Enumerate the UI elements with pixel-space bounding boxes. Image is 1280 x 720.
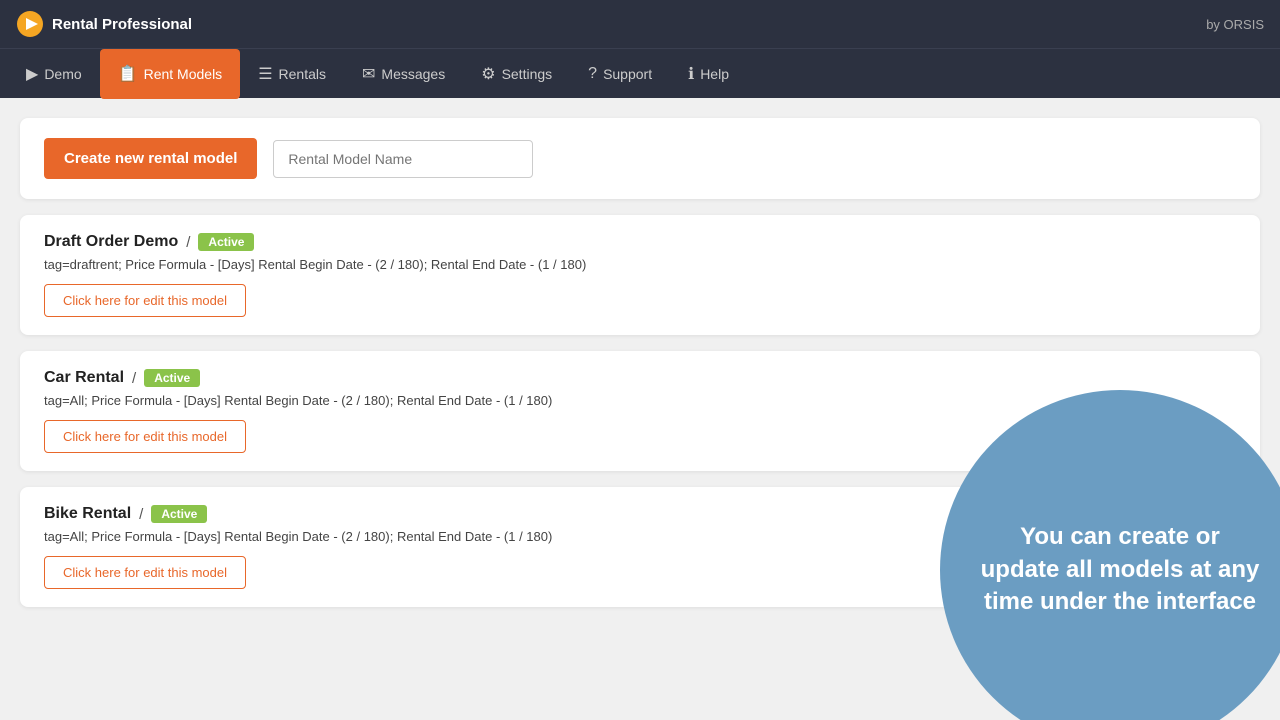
model-status-car-rental: Active bbox=[144, 369, 200, 387]
model-desc-draft-order-demo: tag=draftrent; Price Formula - [Days] Re… bbox=[44, 257, 1236, 272]
model-name-bike-rental: Bike Rental bbox=[44, 505, 131, 523]
create-rental-model-button[interactable]: Create new rental model bbox=[44, 138, 257, 179]
nav-label-support: Support bbox=[603, 66, 652, 82]
support-icon: ? bbox=[588, 65, 597, 83]
nav-label-settings: Settings bbox=[502, 66, 553, 82]
messages-icon: ✉ bbox=[362, 64, 375, 84]
model-header-draft-order-demo: Draft Order Demo / Active bbox=[44, 233, 1236, 251]
nav-item-settings[interactable]: ⚙ Settings bbox=[463, 49, 570, 99]
logo-icon bbox=[16, 10, 44, 38]
nav-label-messages: Messages bbox=[381, 66, 445, 82]
model-card-draft-order-demo: Draft Order Demo / Active tag=draftrent;… bbox=[20, 215, 1260, 335]
edit-button-bike-rental[interactable]: Click here for edit this model bbox=[44, 556, 246, 589]
nav-label-rent-models: Rent Models bbox=[144, 66, 223, 82]
settings-icon: ⚙ bbox=[481, 64, 495, 84]
nav-item-rent-models[interactable]: 📋 Rent Models bbox=[100, 49, 241, 99]
rent-models-icon: 📋 bbox=[118, 64, 138, 84]
nav-label-help: Help bbox=[700, 66, 729, 82]
app-name: Rental Professional bbox=[52, 16, 192, 33]
create-card: Create new rental model bbox=[20, 118, 1260, 199]
model-header-car-rental: Car Rental / Active bbox=[44, 369, 1236, 387]
help-icon: ℹ bbox=[688, 64, 694, 84]
navbar: ▶ Demo 📋 Rent Models ☰ Rentals ✉ Message… bbox=[0, 48, 1280, 98]
nav-item-demo[interactable]: ▶ Demo bbox=[8, 49, 100, 99]
model-status-draft-order-demo: Active bbox=[198, 233, 254, 251]
edit-button-draft-order-demo[interactable]: Click here for edit this model bbox=[44, 284, 246, 317]
model-name-car-rental: Car Rental bbox=[44, 369, 124, 387]
nav-label-rentals: Rentals bbox=[279, 66, 326, 82]
topbar: Rental Professional by ORSIS bbox=[0, 0, 1280, 48]
edit-button-car-rental[interactable]: Click here for edit this model bbox=[44, 420, 246, 453]
app-byline: by ORSIS bbox=[1206, 17, 1264, 32]
demo-icon: ▶ bbox=[26, 64, 38, 84]
rental-model-name-input[interactable] bbox=[273, 140, 533, 178]
model-name-draft-order-demo: Draft Order Demo bbox=[44, 233, 178, 251]
nav-item-support[interactable]: ? Support bbox=[570, 49, 670, 99]
app-logo: Rental Professional bbox=[16, 10, 192, 38]
nav-label-demo: Demo bbox=[44, 66, 81, 82]
nav-item-rentals[interactable]: ☰ Rentals bbox=[240, 49, 344, 99]
nav-item-help[interactable]: ℹ Help bbox=[670, 49, 747, 99]
model-status-bike-rental: Active bbox=[151, 505, 207, 523]
rentals-icon: ☰ bbox=[258, 64, 272, 84]
nav-item-messages[interactable]: ✉ Messages bbox=[344, 49, 463, 99]
tooltip-text: You can create or update all models at a… bbox=[980, 521, 1260, 618]
